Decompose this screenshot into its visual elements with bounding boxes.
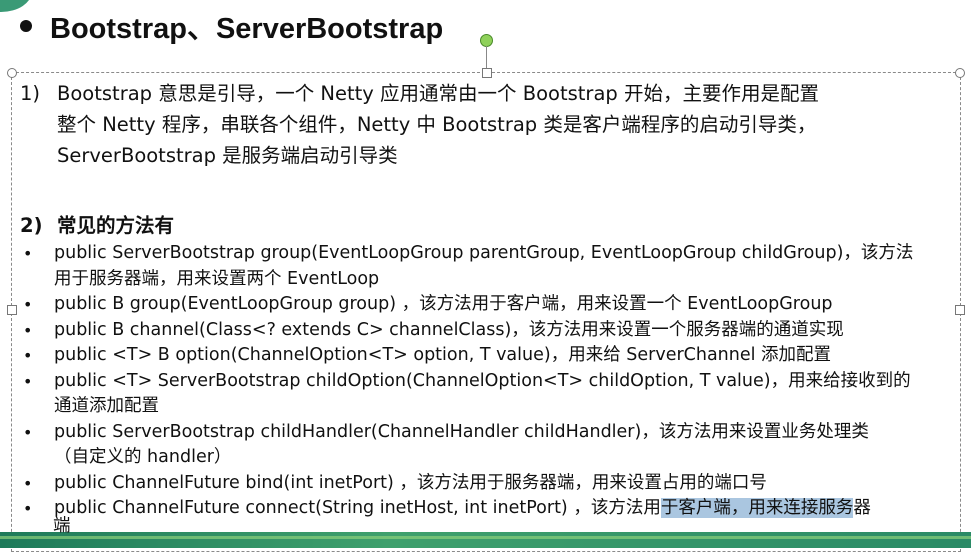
method-list: • public ServerBootstrap group(EventLoop… [20, 241, 955, 522]
bullet: • [23, 295, 33, 314]
paragraph-number: 1) [20, 82, 41, 105]
bullet: • [23, 422, 33, 442]
paragraph-line: 整个 Netty 程序，串联各个组件，Netty 中 Bootstrap 类是客… [57, 113, 817, 136]
method-line: （自定义的 handler） [54, 447, 232, 467]
method-text: public ChannelFuture connect(String inet… [54, 498, 661, 518]
section-title: 常见的方法有 [57, 214, 175, 237]
method-line: public ServerBootstrap group(EventLoopGr… [54, 243, 914, 263]
method-text: 器 [853, 498, 871, 518]
bullet: • [23, 346, 33, 365]
slide-title[interactable]: Bootstrap、ServerBootstrap [50, 5, 443, 47]
list-item: • public ChannelFuture connect(String in… [20, 496, 955, 522]
method-line: 通道添加配置 [54, 396, 159, 416]
method-line: public ServerBootstrap childHandler(Chan… [54, 421, 869, 442]
overflow-text: 端 [53, 516, 71, 536]
resize-handle-left[interactable] [7, 305, 17, 315]
bullet: • [23, 320, 33, 340]
resize-handle-top-right[interactable] [955, 68, 965, 78]
bullet: • [23, 244, 33, 263]
list-item: • public <T> ServerBootstrap childOption… [20, 369, 955, 420]
slide-body-text[interactable]: 1) Bootstrap 意思是引导，一个 Netty 应用通常由一个 Boot… [20, 78, 955, 522]
bullet: • [23, 473, 33, 493]
bullet: • [23, 499, 33, 518]
paragraph-line: Bootstrap 意思是引导，一个 Netty 应用通常由一个 Bootstr… [57, 82, 819, 105]
paragraph-line: ServerBootstrap 是服务端启动引导类 [57, 144, 398, 167]
method-line: public B channel(Class<? extends C> chan… [54, 319, 844, 340]
list-item: • public ServerBootstrap group(EventLoop… [20, 241, 955, 292]
method-line: public ChannelFuture bind(int inetPort) … [54, 472, 767, 493]
heading-bullet [20, 20, 32, 32]
method-line: public <T> B option(ChannelOption<T> opt… [54, 345, 832, 365]
slide-bottom-band [0, 532, 971, 548]
method-line: public B group(EventLoopGroup group) ，该方… [54, 294, 833, 314]
method-line: public <T> ServerBootstrap childOption(C… [54, 370, 911, 391]
section-number: 2) [20, 214, 43, 237]
resize-handle-top[interactable] [482, 68, 492, 78]
slide-heading: Bootstrap、ServerBootstrap [20, 5, 443, 47]
paragraph-1: 1) Bootstrap 意思是引导，一个 Netty 应用通常由一个 Boot… [20, 78, 955, 171]
list-item: • public <T> B option(ChannelOption<T> o… [20, 343, 955, 369]
list-item: • public B channel(Class<? extends C> ch… [20, 318, 955, 344]
method-line: 用于服务器端，用来设置两个 EventLoop [54, 268, 380, 289]
resize-handle-right[interactable] [955, 305, 965, 315]
resize-handle-top-left[interactable] [7, 68, 17, 78]
selected-text[interactable]: 于客户端，用来连接服务 [660, 498, 854, 518]
list-item: • public B group(EventLoopGroup group) ，… [20, 292, 955, 318]
bullet: • [23, 371, 33, 391]
rotate-handle-stem [486, 46, 487, 68]
section-heading: 2) 常见的方法有 [20, 211, 955, 241]
list-item: • public ChannelFuture bind(int inetPort… [20, 471, 955, 497]
list-item: • public ServerBootstrap childHandler(Ch… [20, 420, 955, 471]
